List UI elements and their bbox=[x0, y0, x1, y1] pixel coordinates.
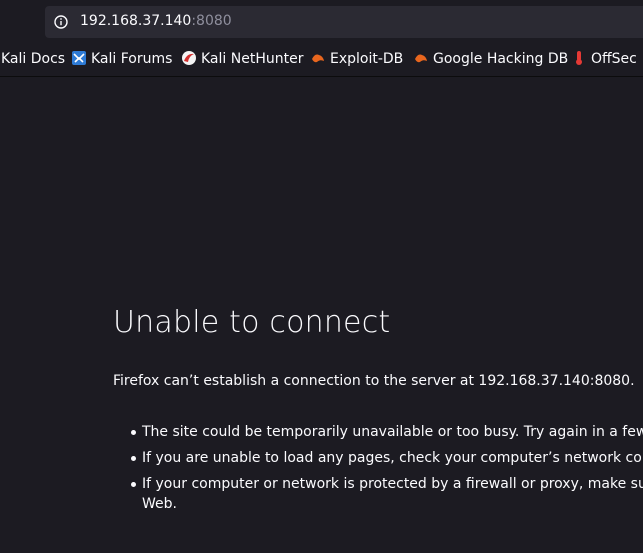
address-bar[interactable]: 192.168.37.140:8080 bbox=[45, 6, 643, 38]
bookmarks-toolbar: Kali Docs Kali Forums Kali NetHunter Exp… bbox=[0, 42, 643, 77]
bookmark-label: Kali Docs bbox=[1, 51, 66, 67]
site-info-icon[interactable] bbox=[54, 15, 68, 29]
offsec-icon bbox=[576, 51, 582, 65]
list-item: If your computer or network is protected… bbox=[113, 474, 643, 514]
bookmark-exploit-db[interactable]: Exploit-DB bbox=[310, 50, 403, 68]
url-host: 192.168.37.140 bbox=[80, 13, 192, 29]
bookmark-label: Google Hacking DB bbox=[433, 51, 569, 67]
bookmark-label: Kali NetHunter bbox=[201, 51, 304, 67]
suggestion-text: If you are unable to load any pages, che… bbox=[142, 450, 643, 466]
bookmark-kali-nethunter[interactable]: Kali NetHunter bbox=[181, 50, 303, 68]
navigation-toolbar: 192.168.37.140:8080 bbox=[0, 0, 643, 42]
list-item: If you are unable to load any pages, che… bbox=[113, 448, 643, 468]
bookmark-google-hacking-db[interactable]: Google Hacking DB bbox=[413, 50, 568, 68]
error-suggestions-list: The site could be temporarily unavailabl… bbox=[113, 422, 643, 520]
suggestion-text: The site could be temporarily unavailabl… bbox=[142, 424, 643, 440]
google-hacking-db-icon bbox=[415, 54, 427, 63]
error-description: Firefox can’t establish a connection to … bbox=[113, 373, 635, 389]
suggestion-text-continuation: Web. bbox=[142, 496, 177, 512]
bookmark-offsec[interactable]: OffSec bbox=[571, 50, 637, 68]
exploit-db-icon bbox=[312, 54, 324, 63]
bookmark-label: Exploit-DB bbox=[330, 51, 404, 67]
url-text[interactable]: 192.168.37.140:8080 bbox=[80, 13, 232, 29]
kali-nethunter-icon bbox=[182, 51, 196, 65]
list-item: The site could be temporarily unavailabl… bbox=[113, 422, 643, 442]
bookmark-label: OffSec bbox=[591, 51, 637, 67]
bookmark-kali-forums[interactable]: Kali Forums bbox=[71, 50, 172, 68]
suggestion-text: If your computer or network is protected… bbox=[142, 476, 643, 492]
error-title: Unable to connect bbox=[113, 305, 391, 340]
bookmark-kali-docs[interactable]: Kali Docs bbox=[1, 50, 65, 68]
kali-forums-icon bbox=[72, 51, 86, 65]
error-page: Unable to connect Firefox can’t establis… bbox=[0, 77, 643, 553]
bookmark-label: Kali Forums bbox=[91, 51, 173, 67]
url-port: :8080 bbox=[191, 13, 232, 29]
